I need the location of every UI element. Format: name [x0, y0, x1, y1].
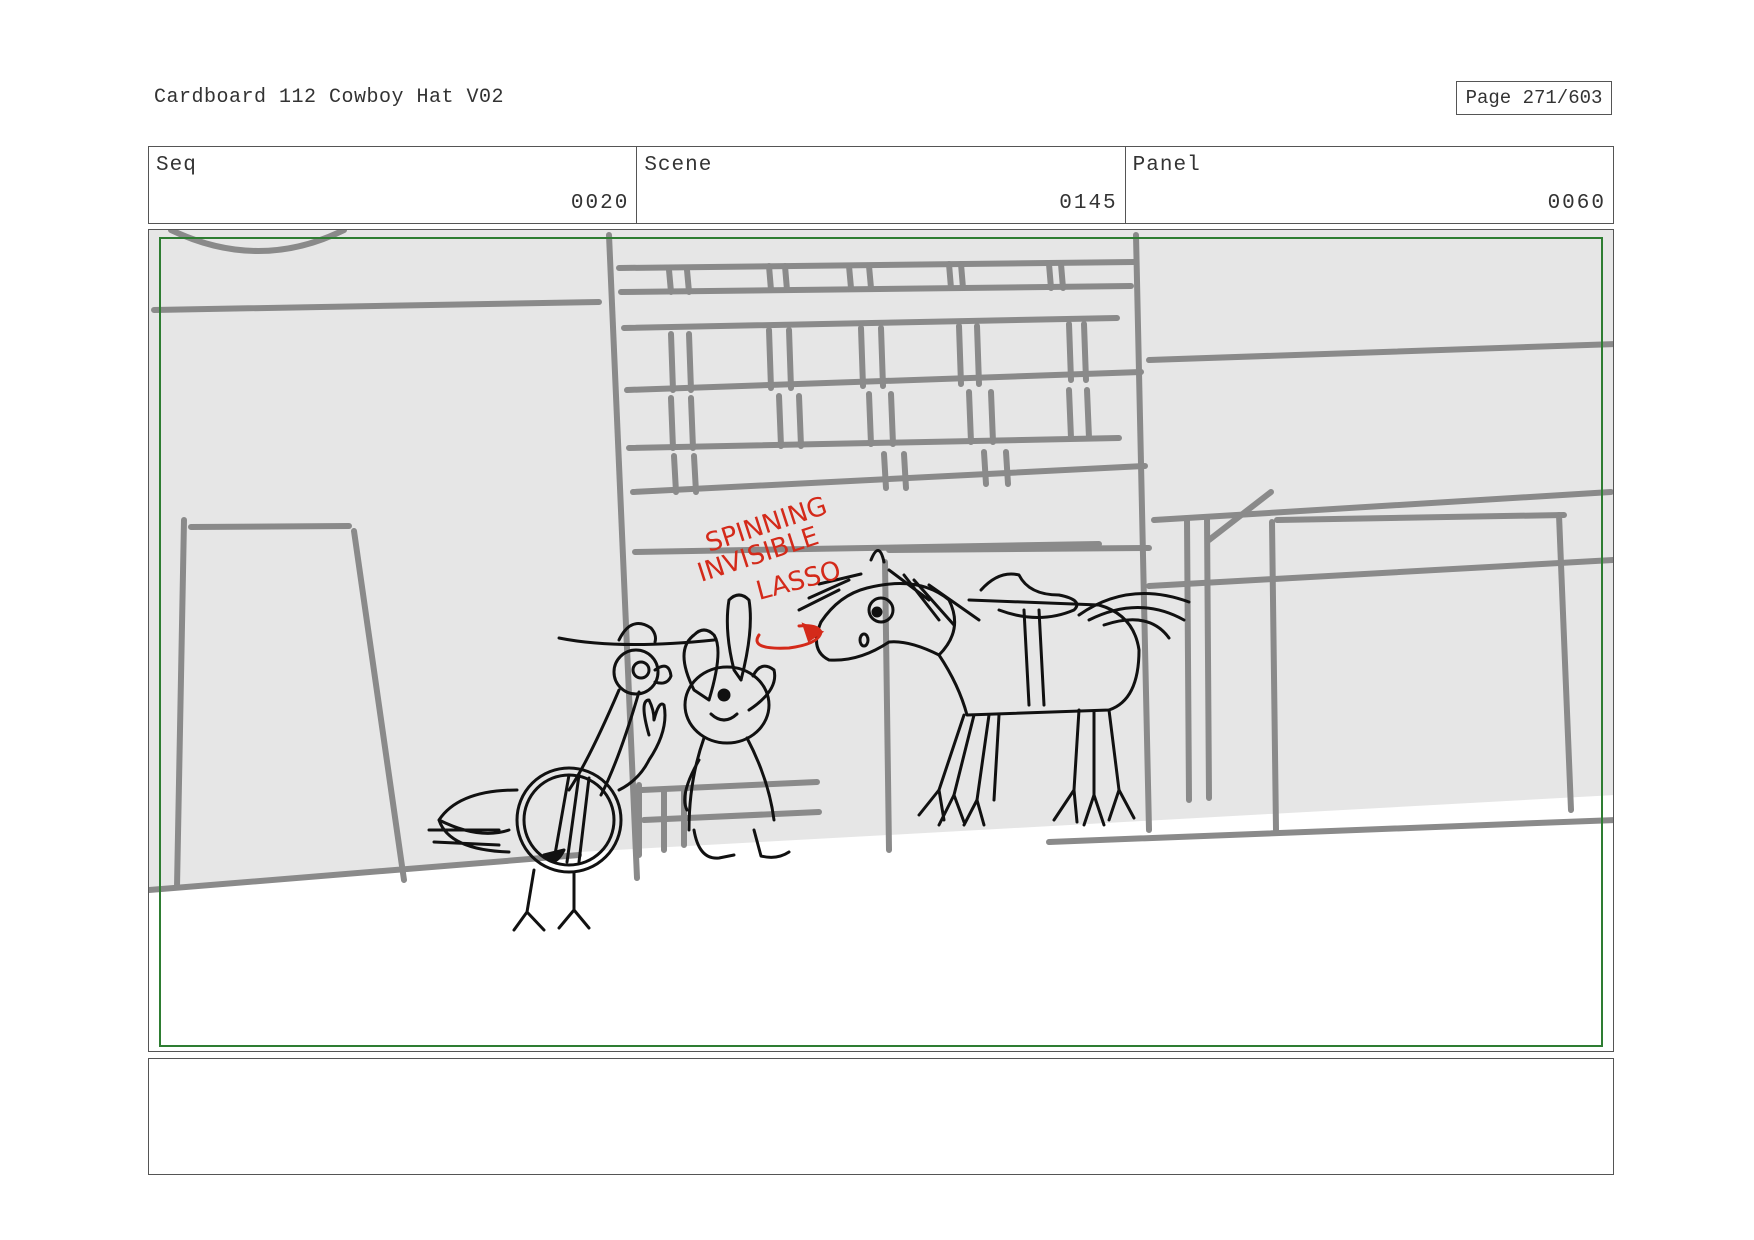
- right-door-edge: [1269, 519, 1279, 833]
- scene-cell: Scene 0145: [637, 147, 1126, 223]
- scene-value: 0145: [1059, 192, 1118, 215]
- right-post: [1184, 517, 1192, 803]
- page-number-box: Page 271/603: [1456, 81, 1612, 115]
- door-edge: [882, 559, 892, 853]
- panel-cell: Panel 0060: [1126, 147, 1613, 223]
- document-title: Cardboard 112 Cowboy Hat V02: [154, 86, 505, 109]
- page-number: Page 271/603: [1465, 87, 1603, 109]
- seq-value: 0020: [570, 192, 630, 215]
- info-row: Seq 0020 Scene 0145 Panel 0060: [148, 146, 1614, 224]
- bunny-nose: [717, 688, 731, 702]
- right-post: [1204, 515, 1212, 801]
- storyboard-panel: SPINNING INVISIBLE LASSO: [148, 229, 1614, 1052]
- bird-legs: [512, 868, 591, 932]
- seq-cell: Seq 0020: [149, 147, 638, 223]
- panel-value: 0060: [1547, 192, 1606, 215]
- left-door-top: [188, 523, 352, 530]
- door-top: [886, 545, 1152, 553]
- notes-box: [148, 1058, 1614, 1175]
- floor-line: [1046, 817, 1613, 845]
- panel-label: Panel: [1132, 154, 1201, 177]
- seq-label: Seq: [156, 154, 197, 177]
- scene-label: Scene: [644, 154, 713, 177]
- storyboard-sketch: SPINNING INVISIBLE LASSO: [149, 230, 1613, 1047]
- horse-pupil: [871, 606, 883, 618]
